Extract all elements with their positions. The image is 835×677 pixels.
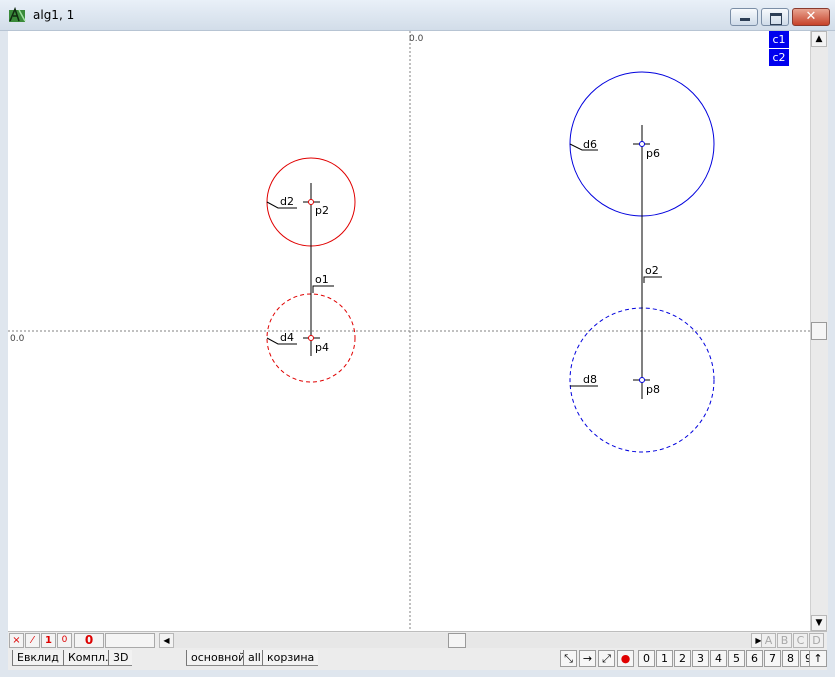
status-row: × ⁄ 1 0 0 ◀ ▶ A B C D (8, 631, 827, 649)
counter-display: 0 (74, 633, 104, 648)
label-d8: d8 (583, 373, 597, 386)
delete-mode-button[interactable]: × (9, 633, 24, 648)
tool-5-button[interactable]: 5 (728, 650, 745, 667)
tab-3d[interactable]: 3D (108, 650, 133, 666)
bottom-toolbar: Евклид Компл. 3D основной all корзина ⤡ … (8, 648, 827, 670)
scroll-left-icon[interactable]: ◀ (159, 633, 174, 648)
app-icon (9, 7, 26, 22)
window-title: alg1, 1 (33, 8, 75, 22)
label-o1: o1 (315, 273, 329, 286)
point-p4[interactable] (308, 335, 314, 341)
maximize-button[interactable] (761, 8, 789, 26)
record-point-icon[interactable]: ● (617, 650, 634, 667)
blank-status-field (105, 633, 155, 648)
slash-mode-button[interactable]: ⁄ (25, 633, 40, 648)
letter-a-button[interactable]: A (761, 633, 776, 648)
tab-complex[interactable]: Компл. (63, 650, 113, 666)
leader-o1 (312, 285, 334, 293)
geometry-svg[interactable]: 0.0 0.0 d2 p2 o1 d4 p4 d6 p6 o2 d8 p8 (8, 31, 810, 631)
leader-o2 (643, 276, 662, 283)
close-icon: ✕ (805, 9, 817, 24)
point-p6[interactable] (639, 141, 645, 147)
tool-3-button[interactable]: 3 (692, 650, 709, 667)
up-arrow-button[interactable]: ↑ (809, 650, 827, 667)
tool-0-button[interactable]: 0 (638, 650, 655, 667)
minimize-button[interactable] (730, 8, 758, 26)
close-button[interactable]: ✕ (792, 8, 830, 26)
tool-1-button[interactable]: 1 (656, 650, 673, 667)
resize-tool-icon[interactable]: ⤢ (598, 650, 615, 667)
tab-euclid[interactable]: Евклид (12, 650, 63, 666)
tool-8-button[interactable]: 8 (782, 650, 799, 667)
point-p8[interactable] (639, 377, 645, 383)
letter-b-button[interactable]: B (777, 633, 792, 648)
label-p6: p6 (646, 147, 660, 160)
horizontal-scrollbar[interactable]: ◀ ▶ (159, 633, 766, 648)
legend-item-c1[interactable]: c1 (769, 31, 789, 48)
title-bar: alg1, 1 ✕ (0, 0, 835, 31)
label-p2: p2 (315, 204, 329, 217)
label-d6: d6 (583, 138, 597, 151)
label-o2: o2 (645, 264, 659, 277)
vertical-scrollbar[interactable]: ▲ ▼ (810, 31, 828, 631)
origin-label-left: 0.0 (10, 334, 25, 344)
letter-d-button[interactable]: D (809, 633, 824, 648)
label-d2: d2 (280, 195, 294, 208)
tab-trash[interactable]: корзина (262, 650, 319, 666)
label-p4: p4 (315, 341, 329, 354)
tool-2-button[interactable]: 2 (674, 650, 691, 667)
tool-6-button[interactable]: 6 (746, 650, 763, 667)
letter-c-button[interactable]: C (793, 633, 808, 648)
horizontal-scroll-thumb[interactable] (448, 633, 466, 648)
vertical-scroll-thumb[interactable] (811, 322, 827, 340)
segment-tool-icon[interactable]: ⤡ (560, 650, 577, 667)
scroll-up-icon[interactable]: ▲ (811, 31, 827, 47)
origin-label-top: 0.0 (409, 34, 424, 44)
one-mode-button[interactable]: 1 (41, 633, 56, 648)
tool-4-button[interactable]: 4 (710, 650, 727, 667)
legend-item-c2[interactable]: c2 (769, 49, 789, 66)
tool-7-button[interactable]: 7 (764, 650, 781, 667)
layer-legend: c1 c2 (769, 31, 789, 67)
tab-main[interactable]: основной (186, 650, 250, 666)
zero-small-button[interactable]: 0 (57, 633, 72, 648)
scroll-down-icon[interactable]: ▼ (811, 615, 827, 631)
point-p2[interactable] (308, 199, 314, 205)
drawing-canvas[interactable]: 0.0 0.0 d2 p2 o1 d4 p4 d6 p6 o2 d8 p8 (8, 31, 810, 631)
label-d4: d4 (280, 331, 294, 344)
arrow-tool-icon[interactable]: → (579, 650, 596, 667)
label-p8: p8 (646, 383, 660, 396)
